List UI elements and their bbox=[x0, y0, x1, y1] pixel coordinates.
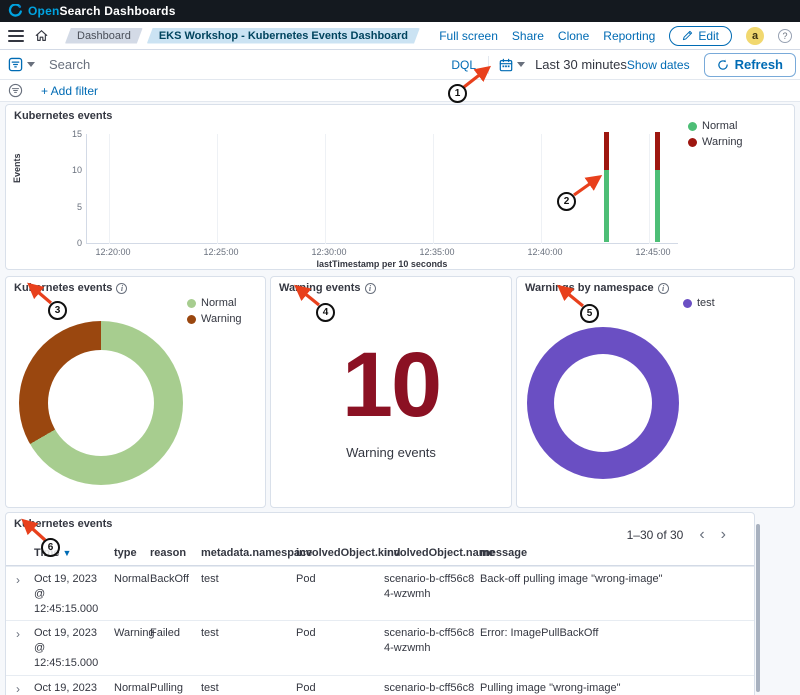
column-namespace[interactable]: metadata.namespace bbox=[201, 541, 296, 565]
x-tick: 12:25:00 bbox=[191, 247, 251, 257]
y-tick: 5 bbox=[62, 202, 82, 212]
table-row: › Oct 19, 2023 @ 12:45:15.000 Warning Fa… bbox=[6, 620, 754, 675]
avatar[interactable]: a bbox=[746, 27, 764, 45]
legend-item-warning[interactable]: Warning bbox=[187, 313, 242, 325]
chart-plot-area[interactable] bbox=[86, 134, 678, 244]
chevron-down-icon[interactable] bbox=[27, 62, 35, 67]
metric-label: Warning events bbox=[271, 445, 511, 460]
share-link[interactable]: Share bbox=[512, 29, 544, 43]
table-row: › Oct 19, 2023 @ 12:45:15.000 Normal Bac… bbox=[6, 566, 754, 621]
panel-title: Warning events bbox=[279, 282, 361, 294]
saved-query-icon[interactable] bbox=[8, 57, 23, 72]
filter-bar: + Add filter bbox=[0, 80, 800, 102]
donut-legend: test bbox=[683, 297, 715, 309]
opensearch-logo-icon bbox=[8, 4, 22, 18]
chart-legend: Normal Warning bbox=[688, 120, 743, 148]
breadcrumb-dashboard[interactable]: Dashboard bbox=[65, 28, 143, 44]
app-header: OpenSearch Dashboards bbox=[0, 0, 800, 22]
legend-item-test[interactable]: test bbox=[683, 297, 715, 309]
menu-icon[interactable] bbox=[8, 30, 24, 42]
legend-dot-warning bbox=[688, 138, 697, 147]
table-header-row: Time▼ type reason metadata.namespace inv… bbox=[6, 541, 754, 566]
x-axis-label: lastTimestamp per 10 seconds bbox=[86, 259, 678, 269]
legend-dot-normal bbox=[688, 122, 697, 131]
warnings-by-namespace-panel: Warnings by namespace i test bbox=[516, 276, 795, 508]
pencil-icon bbox=[682, 30, 693, 41]
clone-link[interactable]: Clone bbox=[558, 29, 589, 43]
table-row: › Oct 19, 2023 @ 12:45:14.000 Normal Pul… bbox=[6, 675, 754, 695]
breadcrumb: Dashboard EKS Workshop - Kubernetes Even… bbox=[65, 28, 420, 44]
nav-bar: Dashboard EKS Workshop - Kubernetes Even… bbox=[0, 22, 800, 50]
events-table: Time▼ type reason metadata.namespace inv… bbox=[6, 541, 754, 695]
add-filter-button[interactable]: + Add filter bbox=[41, 84, 98, 98]
filter-icon[interactable] bbox=[8, 83, 23, 98]
sort-down-icon: ▼ bbox=[62, 548, 71, 558]
events-donut-chart[interactable] bbox=[19, 321, 183, 485]
column-reason[interactable]: reason bbox=[150, 541, 201, 565]
namespace-donut-chart[interactable] bbox=[527, 327, 679, 479]
reporting-link[interactable]: Reporting bbox=[603, 29, 655, 43]
panel-title: Warnings by namespace bbox=[525, 282, 654, 294]
column-message[interactable]: message bbox=[480, 541, 754, 565]
x-tick: 12:40:00 bbox=[515, 247, 575, 257]
pagination-range: 1–30 of 30 bbox=[627, 528, 684, 542]
app-title: OpenSearch Dashboards bbox=[28, 4, 176, 18]
refresh-icon bbox=[717, 59, 729, 71]
metric-value: 10 bbox=[271, 339, 511, 431]
panel-title: Kubernetes events bbox=[14, 110, 112, 122]
y-tick: 15 bbox=[62, 129, 82, 139]
panel-title: Kubernetes events bbox=[14, 518, 112, 530]
opensearch-dashboards-app: OpenSearch Dashboards Dashboard EKS Work… bbox=[0, 0, 800, 695]
column-type[interactable]: type bbox=[114, 541, 150, 565]
column-time[interactable]: Time▼ bbox=[34, 541, 114, 565]
show-dates-link[interactable]: Show dates bbox=[627, 58, 690, 72]
panel-title: Kubernetes events bbox=[14, 282, 112, 294]
legend-item-normal[interactable]: Normal bbox=[187, 297, 242, 309]
chevron-down-icon[interactable] bbox=[517, 62, 525, 67]
x-tick: 12:45:00 bbox=[623, 247, 683, 257]
edit-button[interactable]: Edit bbox=[669, 26, 732, 46]
donut-legend: Normal Warning bbox=[187, 297, 242, 325]
legend-dot-warning bbox=[187, 315, 196, 324]
expand-row-icon[interactable]: › bbox=[6, 676, 34, 695]
dql-button[interactable]: DQL bbox=[451, 58, 476, 72]
x-tick: 12:35:00 bbox=[407, 247, 467, 257]
kubernetes-events-table-panel: Kubernetes events 1–30 of 30 ‹ › Time▼ t… bbox=[5, 512, 755, 695]
legend-item-normal[interactable]: Normal bbox=[688, 120, 743, 132]
legend-dot-test bbox=[683, 299, 692, 308]
stacked-bar[interactable] bbox=[604, 132, 609, 242]
x-tick: 12:30:00 bbox=[299, 247, 359, 257]
info-icon[interactable]: i bbox=[116, 283, 127, 294]
breadcrumb-current-dashboard[interactable]: EKS Workshop - Kubernetes Events Dashboa… bbox=[147, 28, 420, 44]
column-kind[interactable]: involvedObject.kind bbox=[296, 541, 384, 565]
legend-dot-normal bbox=[187, 299, 196, 308]
legend-item-warning[interactable]: Warning bbox=[688, 136, 743, 148]
search-input[interactable] bbox=[49, 57, 451, 72]
time-range-value[interactable]: Last 30 minutes bbox=[535, 57, 627, 72]
y-tick: 10 bbox=[62, 165, 82, 175]
x-tick: 12:20:00 bbox=[83, 247, 143, 257]
kubernetes-events-chart-panel: Kubernetes events Events 15 10 5 0 12:20… bbox=[5, 104, 795, 270]
expand-row-icon[interactable]: › bbox=[6, 621, 34, 675]
divider bbox=[488, 56, 489, 74]
info-icon[interactable]: i bbox=[365, 283, 376, 294]
full-screen-link[interactable]: Full screen bbox=[439, 29, 498, 43]
stacked-bar[interactable] bbox=[655, 132, 660, 242]
kubernetes-events-donut-panel: Kubernetes events i Normal Warning bbox=[5, 276, 266, 508]
warning-events-metric-panel: Warning events i 10 Warning events bbox=[270, 276, 512, 508]
column-name[interactable]: involvedObject.name bbox=[384, 541, 480, 565]
y-tick: 0 bbox=[62, 238, 82, 248]
expand-row-icon[interactable]: › bbox=[6, 567, 34, 621]
y-axis-label: Events bbox=[12, 153, 22, 183]
home-icon[interactable] bbox=[34, 29, 49, 43]
help-icon[interactable]: ? bbox=[778, 29, 792, 43]
refresh-button[interactable]: Refresh bbox=[704, 53, 796, 77]
query-bar: DQL Last 30 minutes Show dates Refresh bbox=[0, 50, 800, 80]
info-icon[interactable]: i bbox=[658, 283, 669, 294]
table-scrollbar[interactable] bbox=[756, 524, 760, 692]
calendar-icon[interactable] bbox=[499, 58, 513, 72]
